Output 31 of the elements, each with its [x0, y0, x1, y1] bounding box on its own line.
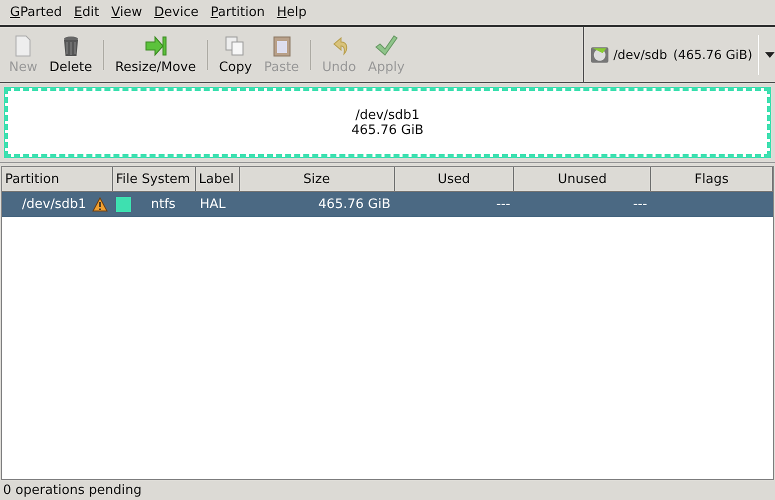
- dropdown-arrow-icon: [765, 50, 775, 58]
- table-cell: 465.76 GiB: [318, 197, 391, 212]
- column-header[interactable]: Size: [240, 167, 394, 192]
- column-header[interactable]: Partition: [2, 167, 113, 192]
- arrow-right-icon: [144, 34, 168, 58]
- checkmark-icon: [374, 34, 398, 58]
- table-cell: ntfs: [150, 197, 176, 212]
- menu-item[interactable]: Help: [270, 5, 313, 20]
- table-cell: ---: [496, 197, 510, 212]
- column-header[interactable]: Label: [196, 167, 240, 192]
- column-header[interactable]: Used: [394, 167, 514, 192]
- menu-item[interactable]: Edit: [68, 5, 106, 20]
- column-header[interactable]: Flags: [651, 167, 773, 192]
- menu-item[interactable]: View: [105, 5, 148, 20]
- toolbar-button[interactable]: Copy: [214, 32, 257, 77]
- partition-size: 465.76 GiB: [351, 122, 424, 138]
- menu-item[interactable]: GParted: [4, 5, 68, 20]
- partition-name: /dev/sdb1: [355, 108, 420, 122]
- toolbar-button[interactable]: Resize/Move: [110, 32, 201, 77]
- table-row[interactable]: /dev/sdb1 ntfs HAL 465.76 GiB --- ---: [2, 192, 773, 217]
- status-text: 0 operations pending: [3, 482, 142, 498]
- toolbar-button[interactable]: Delete: [44, 32, 98, 77]
- table-cell: ---: [633, 197, 648, 212]
- table-cell: HAL: [200, 197, 226, 212]
- device-selector[interactable]: /dev/sdb (465.76 GiB): [583, 27, 775, 82]
- menu-item[interactable]: Device: [148, 5, 205, 20]
- column-header[interactable]: File System: [112, 167, 196, 192]
- partition-map-block[interactable]: /dev/sdb1 465.76 GiB: [5, 88, 770, 157]
- menu-item[interactable]: Partition: [204, 5, 271, 20]
- table-cell: /dev/sdb1: [22, 197, 86, 212]
- column-header[interactable]: Unused: [514, 167, 652, 192]
